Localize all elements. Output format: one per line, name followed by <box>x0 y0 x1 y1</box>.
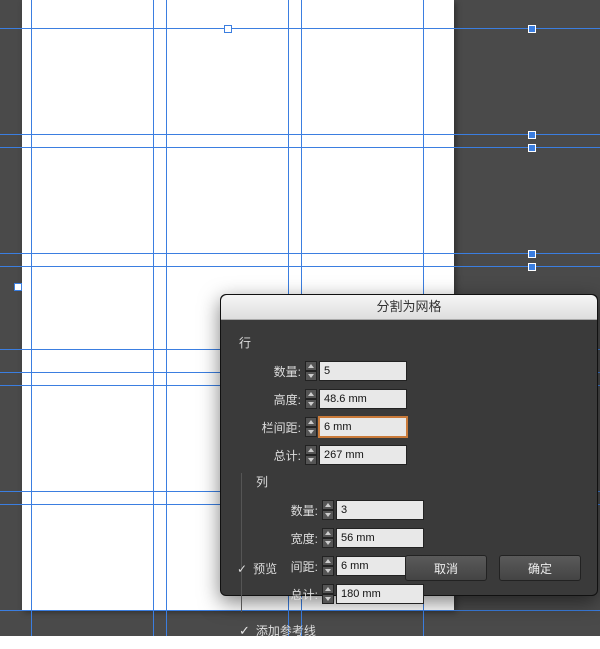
cols-total-stepper[interactable] <box>322 584 424 604</box>
stepper-up-icon[interactable] <box>322 500 334 510</box>
rows-height-label: 高度: <box>274 391 301 408</box>
rows-gutter-label: 栏间距: <box>262 419 301 436</box>
stepper-down-icon[interactable] <box>305 399 317 409</box>
stepper-down-icon[interactable] <box>322 510 334 520</box>
stepper-down-icon[interactable] <box>305 427 317 437</box>
selection-handle[interactable] <box>14 283 22 291</box>
guide-vertical <box>153 0 154 636</box>
dialog-title[interactable]: 分割为网格 <box>221 295 597 320</box>
stepper-down-icon[interactable] <box>322 566 334 576</box>
guide-handle[interactable] <box>528 144 536 152</box>
guide-horizontal <box>0 266 600 267</box>
stepper-down-icon[interactable] <box>305 371 317 381</box>
rows-gutter-input[interactable] <box>319 417 407 437</box>
ok-button[interactable]: 确定 <box>499 555 581 581</box>
cols-width-input[interactable] <box>336 528 424 548</box>
rows-count-stepper[interactable] <box>305 361 407 381</box>
guide-horizontal <box>0 28 600 29</box>
stepper-down-icon[interactable] <box>322 594 334 604</box>
guide-handle[interactable] <box>528 250 536 258</box>
rows-total-label: 总计: <box>274 447 301 464</box>
stepper-up-icon[interactable] <box>322 528 334 538</box>
rows-height-input[interactable] <box>319 389 407 409</box>
cols-count-input[interactable] <box>336 500 424 520</box>
cols-width-label: 宽度: <box>291 530 318 547</box>
stepper-up-icon[interactable] <box>322 556 334 566</box>
stepper-down-icon[interactable] <box>305 455 317 465</box>
cols-count-stepper[interactable] <box>322 500 424 520</box>
add-guides-checkbox[interactable]: ✓ 添加参考线 <box>239 622 579 639</box>
rows-count-input[interactable] <box>319 361 407 381</box>
stepper-up-icon[interactable] <box>305 417 317 427</box>
stepper-up-icon[interactable] <box>305 361 317 371</box>
preview-checkbox[interactable]: ✓ 预览 <box>237 560 277 577</box>
rows-gutter-stepper[interactable] <box>305 417 407 437</box>
stepper-up-icon[interactable] <box>322 584 334 594</box>
cols-group-title: 列 <box>256 473 424 490</box>
guide-vertical <box>166 0 167 636</box>
rows-group-title: 行 <box>239 334 407 351</box>
cols-gutter-label: 间距: <box>291 558 318 575</box>
preview-label: 预览 <box>253 560 277 577</box>
checkmark-icon: ✓ <box>237 562 247 576</box>
guide-horizontal <box>0 134 600 135</box>
cancel-button[interactable]: 取消 <box>405 555 487 581</box>
guide-vertical <box>31 0 32 636</box>
guide-handle[interactable] <box>528 131 536 139</box>
guide-handle[interactable] <box>528 263 536 271</box>
rows-height-stepper[interactable] <box>305 389 407 409</box>
stepper-up-icon[interactable] <box>305 445 317 455</box>
cols-total-input[interactable] <box>336 584 424 604</box>
cols-total-label: 总计: <box>291 586 318 603</box>
selection-handle[interactable] <box>224 25 232 33</box>
cols-count-label: 数量: <box>291 502 318 519</box>
cols-group: 列 数量: 宽度: 间距: <box>241 473 424 612</box>
checkmark-icon: ✓ <box>239 623 250 639</box>
canvas-workspace: 分割为网格 行 数量: 高度: <box>0 0 600 636</box>
guide-handle[interactable] <box>528 25 536 33</box>
rows-total-input[interactable] <box>319 445 407 465</box>
add-guides-label: 添加参考线 <box>256 622 316 639</box>
rows-count-label: 数量: <box>274 363 301 380</box>
guide-horizontal <box>0 147 600 148</box>
guide-horizontal <box>0 253 600 254</box>
split-into-grid-dialog: 分割为网格 行 数量: 高度: <box>220 294 598 596</box>
cols-width-stepper[interactable] <box>322 528 424 548</box>
stepper-up-icon[interactable] <box>305 389 317 399</box>
rows-group: 行 数量: 高度: 栏间距: <box>239 334 407 473</box>
stepper-down-icon[interactable] <box>322 538 334 548</box>
rows-total-stepper[interactable] <box>305 445 407 465</box>
